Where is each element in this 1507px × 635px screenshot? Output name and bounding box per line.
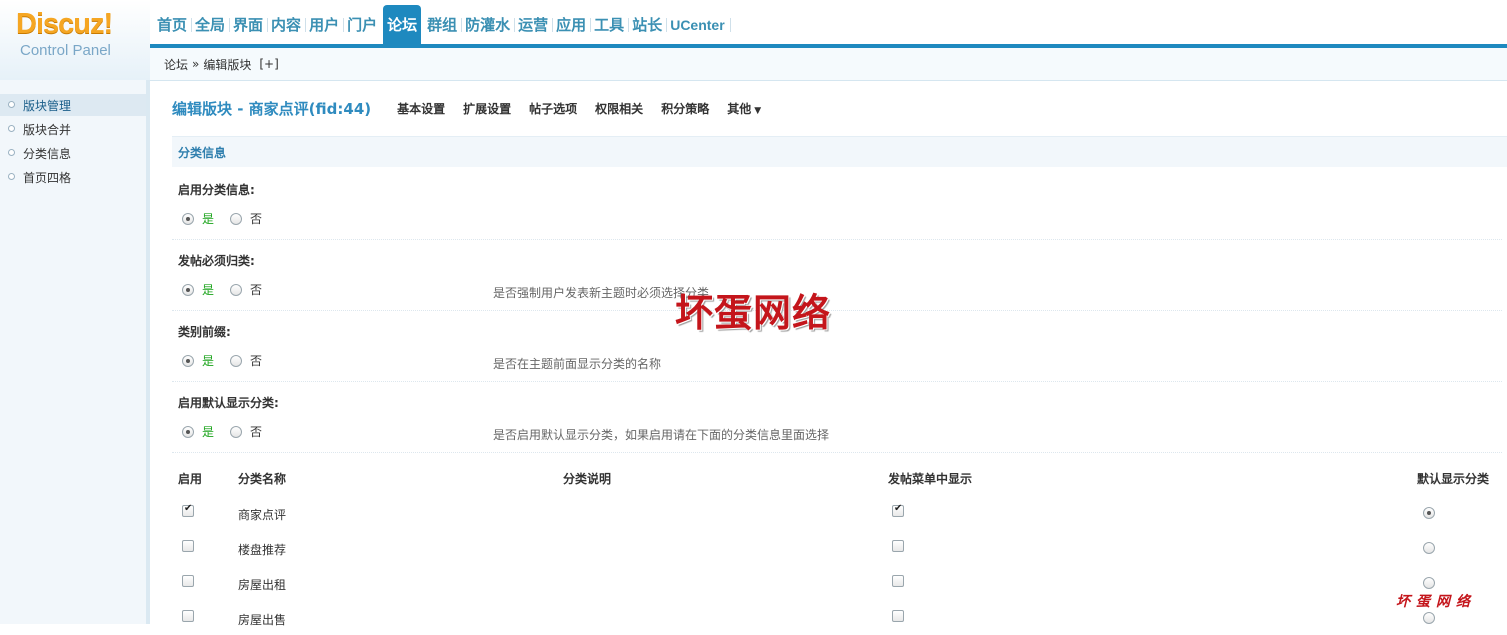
sidebar-item-forum-merge[interactable]: 版块合并 bbox=[0, 118, 146, 140]
breadcrumb-current: 编辑版块 bbox=[203, 57, 252, 72]
discuz-logo[interactable]: Discuz! bbox=[16, 8, 113, 41]
radio-yes[interactable] bbox=[182, 212, 194, 225]
radio-yes-label: 是 bbox=[202, 212, 215, 226]
setting-label: 类别前缀: bbox=[178, 325, 231, 339]
radio-no-label: 否 bbox=[250, 212, 263, 226]
enable-checkbox[interactable] bbox=[182, 610, 194, 622]
enable-checkbox[interactable] bbox=[182, 540, 194, 552]
col-enabled: 启用 bbox=[178, 472, 203, 486]
caret-down-icon: ▼ bbox=[754, 105, 762, 116]
nav-style[interactable]: 界面 bbox=[229, 5, 267, 44]
type-name: 楼盘推荐 bbox=[238, 543, 287, 557]
breadcrumb: 论坛 » 编辑版块 [+] bbox=[150, 48, 1507, 81]
watermark-small: 坏蛋网络 bbox=[1396, 594, 1476, 610]
enable-checkbox[interactable] bbox=[182, 503, 194, 517]
page-title: 编辑版块 - 商家点评(fid:44) bbox=[172, 99, 372, 118]
type-name: 商家点评 bbox=[238, 508, 287, 522]
nav-global[interactable]: 全局 bbox=[191, 5, 229, 44]
types-table-header: 启用 分类名称 分类说明 发帖菜单中显示 默认显示分类 bbox=[172, 460, 1507, 492]
tab-post-options[interactable]: 帖子选项 bbox=[529, 100, 577, 117]
radio-yes-label: 是 bbox=[202, 354, 215, 368]
radio-yes-label: 是 bbox=[202, 425, 215, 439]
radio-no-label: 否 bbox=[250, 425, 263, 439]
menu-checkbox[interactable] bbox=[892, 610, 904, 622]
default-radio[interactable] bbox=[1423, 507, 1435, 519]
nav-ucenter[interactable]: UCenter bbox=[666, 5, 732, 44]
tab-credits[interactable]: 积分策略 bbox=[661, 100, 709, 117]
radio-group: 是 否 bbox=[182, 210, 262, 227]
default-radio[interactable] bbox=[1423, 577, 1435, 589]
nav-tools[interactable]: 工具 bbox=[590, 5, 628, 44]
radio-no-label: 否 bbox=[250, 283, 263, 297]
sidebar-item-home-grid[interactable]: 首页四格 bbox=[0, 166, 146, 188]
logo-subtitle: Control Panel bbox=[20, 42, 111, 59]
type-name: 房屋出租 bbox=[238, 578, 287, 592]
tab-extend[interactable]: 扩展设置 bbox=[463, 100, 511, 117]
nav-home[interactable]: 首页 bbox=[153, 5, 191, 44]
setting-description: 是否启用默认显示分类，如果启用请在下面的分类信息里面选择 bbox=[493, 428, 830, 442]
radio-group: 是 否 bbox=[182, 423, 262, 440]
setting-required-type: 发帖必须归类: 是 否 是否强制用户发表新主题时必须选择分类 bbox=[172, 240, 1502, 311]
enable-checkbox[interactable] bbox=[182, 575, 194, 587]
tab-other-label: 其他 bbox=[727, 101, 752, 116]
watermark: 坏蛋网络 bbox=[675, 290, 832, 335]
sidebar-item-forum-manage[interactable]: 版块管理 bbox=[0, 94, 146, 116]
setting-label: 启用默认显示分类: bbox=[178, 396, 279, 410]
col-type-desc: 分类说明 bbox=[563, 472, 612, 486]
breadcrumb-expand-button[interactable]: [+] bbox=[259, 57, 278, 71]
nav-portal[interactable]: 门户 bbox=[343, 5, 381, 44]
radio-no[interactable] bbox=[230, 283, 243, 296]
sidebar-item-thread-types[interactable]: 分类信息 bbox=[0, 142, 146, 164]
radio-no[interactable] bbox=[230, 425, 243, 438]
setting-type-prefix: 类别前缀: 是 否 是否在主题前面显示分类的名称 bbox=[172, 311, 1502, 382]
col-default-type: 默认显示分类 bbox=[1417, 472, 1490, 486]
tab-other[interactable]: 其他 ▼ bbox=[727, 100, 761, 117]
tab-permissions[interactable]: 权限相关 bbox=[595, 100, 643, 117]
nav-founder[interactable]: 站长 bbox=[628, 5, 666, 44]
nav-user[interactable]: 用户 bbox=[305, 5, 343, 44]
radio-no-label: 否 bbox=[250, 354, 263, 368]
radio-no[interactable] bbox=[230, 212, 243, 225]
menu-checkbox[interactable] bbox=[892, 540, 904, 552]
sidebar: 版块管理 版块合并 分类信息 首页四格 bbox=[0, 80, 150, 624]
nav-forum[interactable]: 论坛 bbox=[383, 5, 422, 44]
main-nav: 首页 全局 界面 内容 用户 门户 论坛 群组 防灌水 运营 应用 工具 站长 … bbox=[153, 5, 732, 44]
radio-yes[interactable] bbox=[182, 425, 194, 438]
title-row: 编辑版块 - 商家点评(fid:44) 基本设置 扩展设置 帖子选项 权限相关 … bbox=[172, 97, 779, 119]
setting-label: 启用分类信息: bbox=[178, 183, 255, 197]
radio-yes[interactable] bbox=[182, 283, 194, 296]
type-name: 房屋出售 bbox=[238, 613, 287, 627]
radio-no[interactable] bbox=[230, 354, 243, 367]
radio-yes-label: 是 bbox=[202, 283, 215, 297]
menu-checkbox[interactable] bbox=[892, 575, 904, 587]
radio-group: 是 否 bbox=[182, 352, 262, 369]
logo-area: Discuz! Control Panel bbox=[0, 0, 150, 80]
table-row: 房屋出售 bbox=[172, 600, 1507, 635]
col-type-name: 分类名称 bbox=[238, 472, 287, 486]
radio-yes[interactable] bbox=[182, 354, 194, 367]
setting-description: 是否在主题前面显示分类的名称 bbox=[493, 357, 662, 371]
nav-content[interactable]: 内容 bbox=[267, 5, 305, 44]
table-row: 房屋出租 bbox=[172, 565, 1507, 600]
breadcrumb-root[interactable]: 论坛 bbox=[164, 56, 188, 73]
radio-group: 是 否 bbox=[182, 281, 262, 298]
setting-enable-types: 启用分类信息: 是 否 bbox=[172, 169, 1502, 240]
default-radio[interactable] bbox=[1423, 542, 1435, 554]
section-header: 分类信息 bbox=[172, 136, 1507, 167]
table-row: 商家点评 bbox=[172, 495, 1507, 530]
nav-operation[interactable]: 运营 bbox=[514, 5, 552, 44]
setting-label: 发帖必须归类: bbox=[178, 254, 255, 268]
nav-apps[interactable]: 应用 bbox=[552, 5, 590, 44]
col-show-in-menu: 发帖菜单中显示 bbox=[888, 472, 973, 486]
top-nav-bar: 首页 全局 界面 内容 用户 门户 论坛 群组 防灌水 运营 应用 工具 站长 … bbox=[150, 0, 1507, 44]
table-row: 楼盘推荐 bbox=[172, 530, 1507, 565]
breadcrumb-separator: » bbox=[192, 57, 200, 71]
setting-default-type: 启用默认显示分类: 是 否 是否启用默认显示分类，如果启用请在下面的分类信息里面… bbox=[172, 382, 1502, 453]
nav-group[interactable]: 群组 bbox=[423, 5, 461, 44]
menu-checkbox[interactable] bbox=[892, 503, 904, 517]
main-content: 编辑版块 - 商家点评(fid:44) 基本设置 扩展设置 帖子选项 权限相关 … bbox=[172, 81, 1507, 627]
nav-antispam[interactable]: 防灌水 bbox=[461, 5, 514, 44]
default-radio[interactable] bbox=[1423, 612, 1435, 624]
tab-basic[interactable]: 基本设置 bbox=[397, 100, 445, 117]
